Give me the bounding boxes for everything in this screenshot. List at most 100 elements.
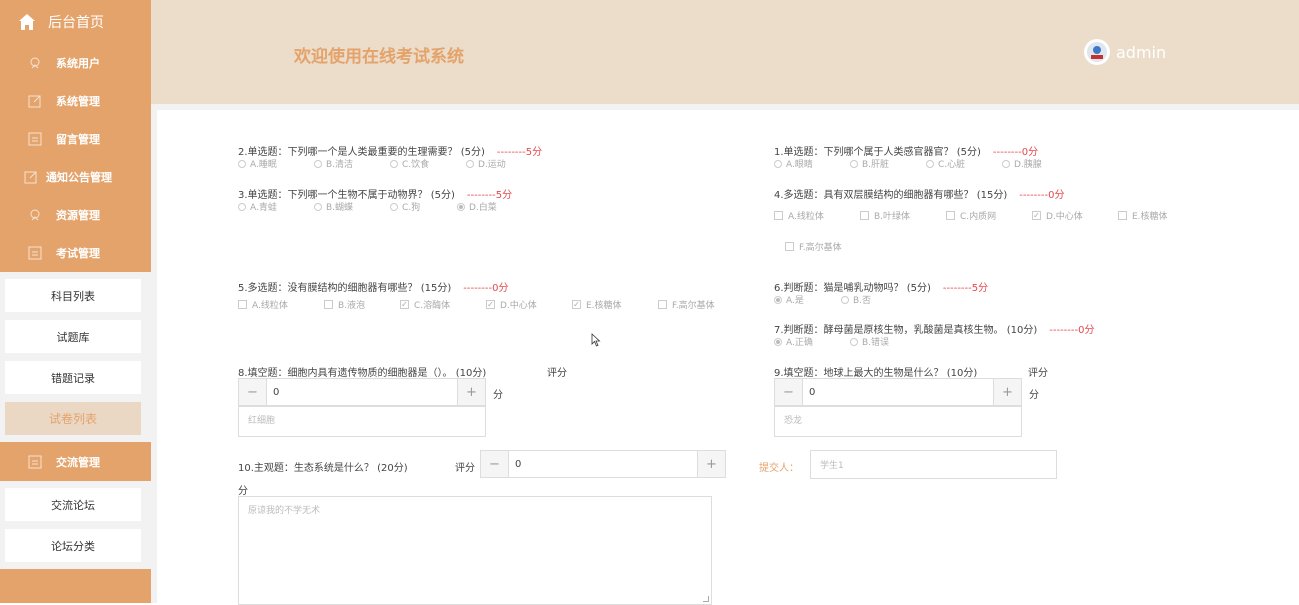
option-d[interactable]: D.白菜 (457, 200, 497, 213)
option-d[interactable]: ✓ D.中心体 (1032, 209, 1118, 222)
option-a[interactable]: A.眼睛 (774, 157, 850, 170)
option-a[interactable]: A.睡眠 (238, 157, 314, 170)
radio-checked-icon (457, 202, 465, 211)
radio-checked-icon (774, 337, 782, 346)
sub-paper-list[interactable]: 试卷列表 (5, 402, 141, 435)
menu-exam-manage[interactable]: 考试管理 (0, 234, 151, 272)
home-label: 后台首页 (48, 15, 104, 31)
unit-label: 分 (493, 390, 503, 401)
menu-label: 通知公告管理 (46, 171, 112, 184)
option-b[interactable]: B.肝脏 (850, 157, 926, 170)
user-icon (30, 209, 40, 221)
page-title: 欢迎使用在线考试系统 (294, 47, 464, 67)
question-5: 5.多选题：没有膜结构的细胞器有哪些？ (15分) --------0分 (238, 283, 509, 294)
user-menu[interactable]: admin (1084, 39, 1166, 65)
option-d[interactable]: ✓ D.中心体 (486, 298, 572, 311)
menu-label: 资源管理 (56, 209, 100, 222)
edit-icon (24, 171, 37, 184)
grade-label: 评分 (1028, 368, 1048, 379)
option-c[interactable]: C.内质网 (946, 209, 1032, 222)
option-b[interactable]: B.否 (841, 293, 871, 306)
radio-icon (850, 159, 858, 168)
option-a[interactable]: A.是 (774, 293, 841, 306)
checkbox-icon (774, 211, 783, 220)
menu-notice-manage[interactable]: 通知公告管理 (0, 158, 151, 196)
stepper-plus[interactable]: + (697, 451, 725, 477)
option-c[interactable]: C.狗 (390, 200, 457, 213)
option-b[interactable]: B.叶绿体 (860, 209, 946, 222)
sub-forum-category[interactable]: 论坛分类 (5, 529, 141, 562)
option-f[interactable]: F.高尔基体 (785, 240, 842, 253)
answer-box-9[interactable]: 恐龙 (774, 406, 1022, 437)
radio-icon (466, 159, 474, 168)
option-b[interactable]: B.错误 (850, 335, 889, 348)
stepper-plus[interactable]: + (993, 379, 1021, 405)
stepper-value[interactable]: 0 (267, 379, 457, 405)
message-icon (28, 132, 42, 146)
answer-box-10[interactable]: 原谅我的不学无术 (238, 496, 712, 605)
user-icon (30, 57, 40, 69)
score-stepper-8: − 0 + (238, 378, 486, 406)
option-a[interactable]: A.线粒体 (774, 209, 860, 222)
message-icon (28, 246, 42, 260)
option-b[interactable]: B.蝴蝶 (314, 200, 390, 213)
option-c[interactable]: C.心脏 (926, 157, 1002, 170)
home-icon (19, 14, 35, 30)
radio-icon (314, 159, 322, 168)
options-5: A.线粒体 B.液泡 ✓ C.溶酶体 ✓ D.中心体 ✓ E.核糖体 F.高尔基体 (238, 298, 715, 311)
question-3: 3.单选题：下列哪一个生物不属于动物界？ (5分) --------5分 (238, 190, 513, 201)
score-text: --------0分 (463, 283, 509, 294)
radio-icon (841, 295, 849, 304)
radio-icon (850, 337, 858, 346)
option-c[interactable]: ✓ C.溶酶体 (400, 298, 486, 311)
option-b[interactable]: B.液泡 (324, 298, 400, 311)
sub-question-bank[interactable]: 试题库 (5, 320, 141, 353)
stepper-minus[interactable]: − (775, 379, 803, 405)
options-7: A.正确 B.错误 (774, 335, 889, 348)
options-6: A.是 B.否 (774, 293, 871, 306)
sidebar: 后台首页 系统用户 系统管理 留言管理 通知公告管理 资源管理 考试管理 科目列… (0, 0, 151, 603)
checkbox-icon (785, 242, 794, 251)
mouse-cursor-icon (591, 333, 601, 347)
question-4: 4.多选题：具有双层膜结构的细胞器有哪些？ (15分) --------0分 (774, 190, 1065, 201)
option-a[interactable]: A.线粒体 (238, 298, 324, 311)
radio-icon (390, 202, 398, 211)
stepper-minus[interactable]: − (481, 451, 509, 477)
option-a[interactable]: A.青蛙 (238, 200, 314, 213)
option-d[interactable]: D.运动 (466, 157, 506, 170)
checkbox-icon (860, 211, 869, 220)
radio-icon (238, 202, 246, 211)
menu-system-users[interactable]: 系统用户 (0, 44, 151, 82)
edit-icon (28, 95, 41, 108)
option-b[interactable]: B.清洁 (314, 157, 390, 170)
option-f[interactable]: F.高尔基体 (658, 298, 715, 311)
resize-handle-icon[interactable] (703, 596, 709, 602)
menu-message-manage[interactable]: 留言管理 (0, 120, 151, 158)
stepper-value[interactable]: 0 (509, 451, 697, 477)
option-a[interactable]: A.正确 (774, 335, 850, 348)
checkbox-icon (238, 300, 247, 309)
stepper-value[interactable]: 0 (803, 379, 993, 405)
home-link[interactable]: 后台首页 (0, 0, 151, 44)
sub-forum[interactable]: 交流论坛 (5, 488, 141, 521)
checkbox-checked-icon: ✓ (572, 299, 581, 309)
header: 欢迎使用在线考试系统 admin (151, 0, 1299, 104)
stepper-plus[interactable]: + (457, 379, 485, 405)
options-4: A.线粒体 B.叶绿体 C.内质网 ✓ D.中心体 E.核糖体 (774, 209, 1168, 222)
menu-exchange-manage[interactable]: 交流管理 (0, 443, 151, 481)
menu-system-manage[interactable]: 系统管理 (0, 82, 151, 120)
menu-resource-manage[interactable]: 资源管理 (0, 196, 151, 234)
answer-box-8[interactable]: 红细胞 (238, 406, 486, 437)
stepper-minus[interactable]: − (239, 379, 267, 405)
sub-wrong-records[interactable]: 错题记录 (5, 361, 141, 394)
radio-icon (238, 159, 246, 168)
option-c[interactable]: C.饮食 (390, 157, 466, 170)
main-area: 2.单选题：下列哪一个是人类最重要的生理需要？ (5分) --------5分 A… (151, 104, 1299, 605)
menu-label: 系统管理 (56, 95, 100, 108)
radio-checked-icon (774, 295, 782, 304)
option-e[interactable]: E.核糖体 (1118, 209, 1168, 222)
option-d[interactable]: D.胰腺 (1002, 157, 1042, 170)
option-e[interactable]: ✓ E.核糖体 (572, 298, 658, 311)
submitter-input[interactable]: 学生1 (810, 450, 1057, 479)
sub-subject-list[interactable]: 科目列表 (5, 279, 141, 312)
